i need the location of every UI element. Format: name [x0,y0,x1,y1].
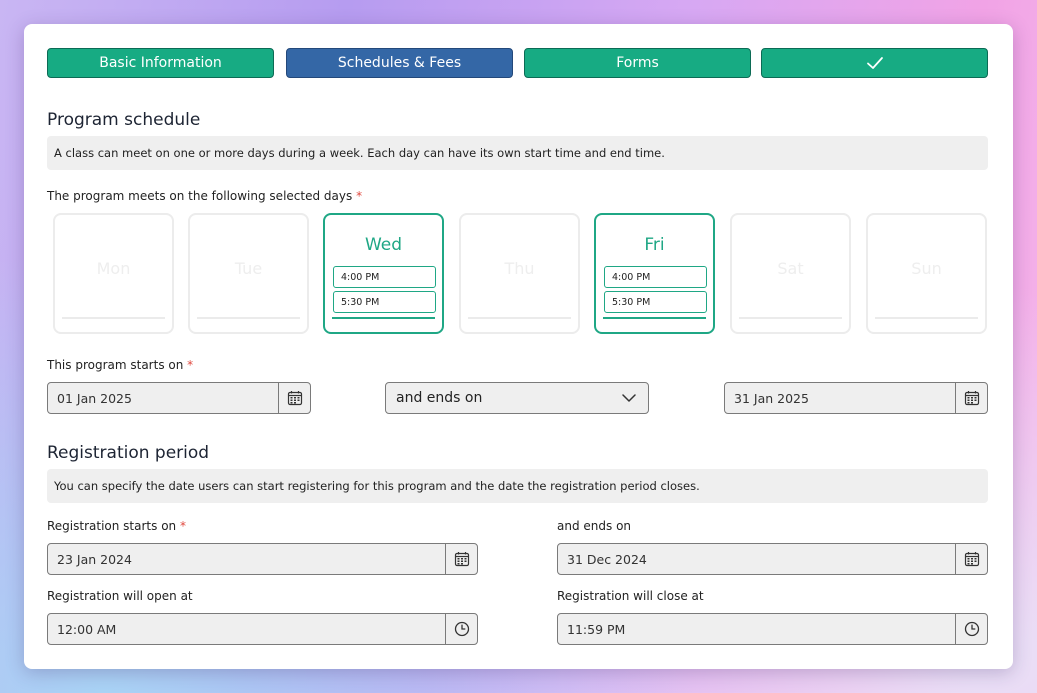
start-time-input[interactable]: 4:00 PM [604,266,707,288]
calendar-button[interactable] [955,544,987,574]
program-start-date-value[interactable]: 01 Jan 2025 [48,391,278,406]
registration-close-time-field[interactable]: 11:59 PM [557,613,988,645]
calendar-button[interactable] [278,383,310,413]
clock-icon [964,621,979,637]
end-time-input[interactable]: 5:30 PM [333,291,436,313]
registration-end-date-field[interactable]: 31 Dec 2024 [557,543,988,575]
info-text: You can specify the date users can start… [54,479,700,493]
registration-ends-label: and ends on [557,519,632,533]
step-label: Forms [616,55,659,71]
calendar-icon [287,391,302,406]
registration-close-time-value[interactable]: 11:59 PM [558,622,955,637]
day-name: Thu [504,259,535,278]
day-card-wed[interactable]: Wed 4:00 PM 5:30 PM [323,213,444,334]
calendar-button[interactable] [445,544,477,574]
days-label-text: The program meets on the following selec… [47,189,353,203]
day-card-sun[interactable]: Sun [866,213,987,334]
registration-starts-label: Registration starts on * [47,519,186,533]
program-end-date-field[interactable]: 31 Jan 2025 [724,382,988,414]
day-underline [468,317,571,319]
step-basic-information[interactable]: Basic Information [47,48,274,78]
day-underline [875,317,978,319]
program-schedule-heading: Program schedule [47,110,201,130]
step-review[interactable] [761,48,988,78]
day-name: Sun [911,259,942,278]
chevron-down-icon [622,394,636,402]
start-time-input[interactable]: 4:00 PM [333,266,436,288]
day-underline [739,317,842,319]
registration-period-heading: Registration period [47,443,210,463]
step-schedules-fees[interactable]: Schedules & Fees [286,48,513,78]
end-mode-value: and ends on [396,390,483,406]
day-card-thu[interactable]: Thu [459,213,580,334]
day-name: Fri [644,235,665,255]
day-name: Tue [234,259,263,278]
required-asterisk: * [356,189,363,203]
checkmark-icon [866,57,883,69]
program-form-card: Basic Information Schedules & Fees Forms… [24,24,1013,669]
step-label: Schedules & Fees [337,55,462,71]
required-asterisk: * [179,519,186,533]
end-mode-select[interactable]: and ends on [385,382,649,414]
registration-end-date-value[interactable]: 31 Dec 2024 [558,552,955,567]
registration-open-time-value[interactable]: 12:00 AM [48,622,445,637]
program-starts-label-text: This program starts on [47,358,184,372]
calendar-icon [454,552,469,567]
day-name: Sat [777,259,804,278]
program-schedule-info: A class can meet on one or more days dur… [47,136,988,170]
program-start-date-field[interactable]: 01 Jan 2025 [47,382,311,414]
program-starts-label: This program starts on * [47,358,193,372]
day-underline [197,317,300,319]
registration-close-label: Registration will close at [557,589,704,603]
required-asterisk: * [187,358,194,372]
registration-start-date-value[interactable]: 23 Jan 2024 [48,552,445,567]
day-name: Mon [96,259,131,278]
day-underline [332,317,435,319]
step-forms[interactable]: Forms [524,48,751,78]
calendar-button[interactable] [955,383,987,413]
calendar-icon [964,391,979,406]
day-underline [603,317,706,319]
registration-starts-label-text: Registration starts on [47,519,177,533]
end-time-input[interactable]: 5:30 PM [604,291,707,313]
day-name: Wed [364,235,403,255]
info-text: A class can meet on one or more days dur… [54,146,665,160]
step-label: Basic Information [99,55,222,71]
registration-start-date-field[interactable]: 23 Jan 2024 [47,543,478,575]
program-end-date-value[interactable]: 31 Jan 2025 [725,391,955,406]
registration-open-time-field[interactable]: 12:00 AM [47,613,478,645]
day-card-fri[interactable]: Fri 4:00 PM 5:30 PM [594,213,715,334]
time-picker-button[interactable] [445,614,477,644]
registration-period-info: You can specify the date users can start… [47,469,988,503]
clock-icon [454,621,469,637]
day-card-tue[interactable]: Tue [188,213,309,334]
time-picker-button[interactable] [955,614,987,644]
day-card-sat[interactable]: Sat [730,213,851,334]
days-label: The program meets on the following selec… [47,189,362,203]
registration-open-label: Registration will open at [47,589,193,603]
day-underline [62,317,165,319]
day-card-mon[interactable]: Mon [53,213,174,334]
calendar-icon [964,552,979,567]
